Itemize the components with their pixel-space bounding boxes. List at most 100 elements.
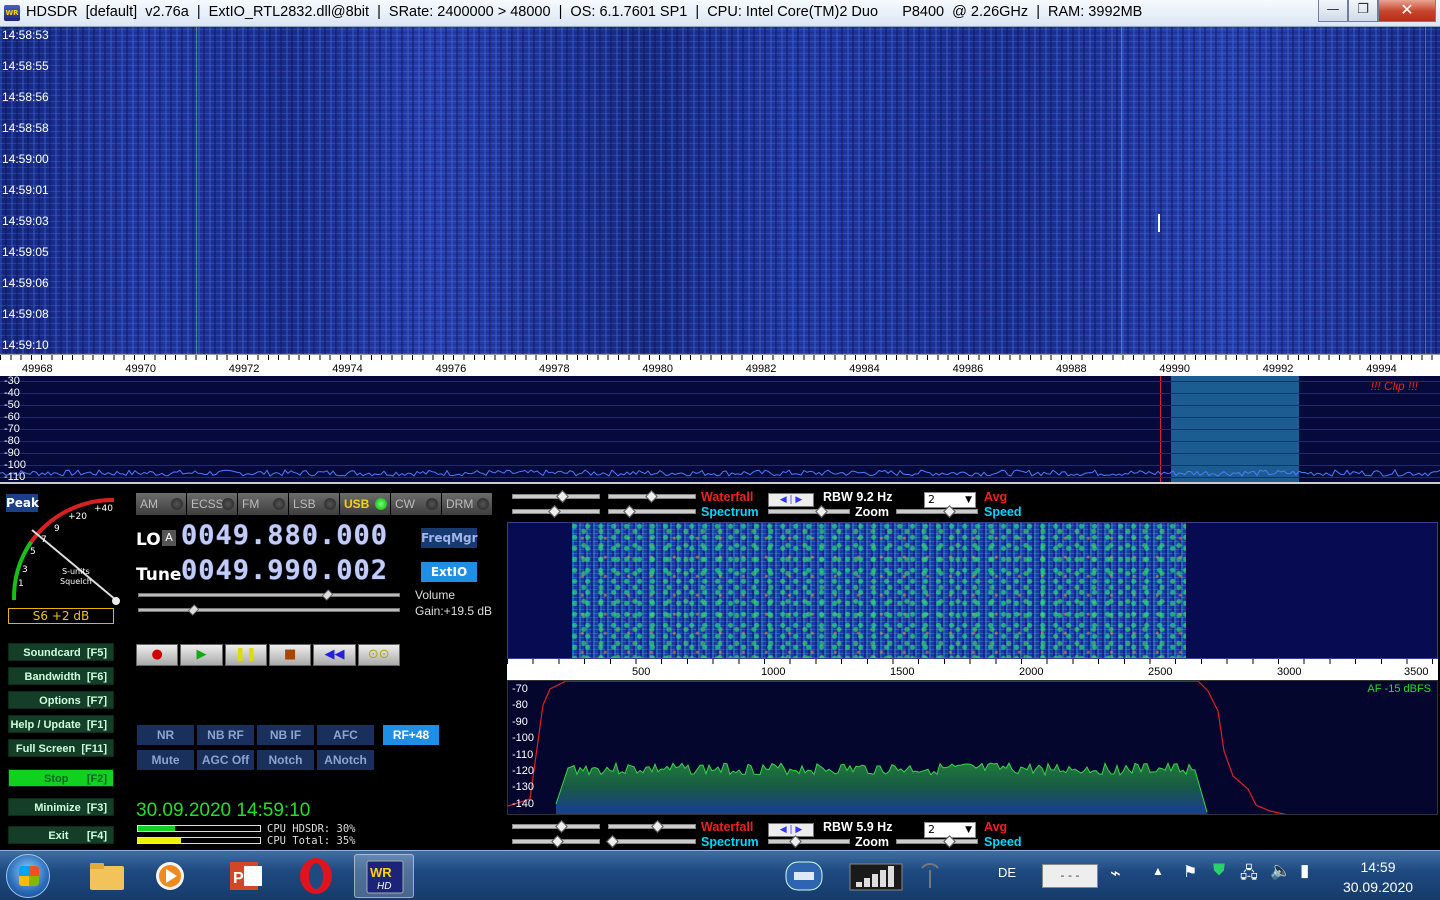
squelch-slider[interactable] [138,604,400,616]
battery-icon[interactable]: ▮ [1300,861,1309,881]
system-clock[interactable]: 14:59 30.09.2020 [1336,857,1420,897]
action-center-flag-icon[interactable]: ⚑ [1183,862,1197,882]
function-button[interactable]: Full Screen [F11] [8,739,114,757]
title-bar[interactable]: WR HDSDR [default] v2.76a | ExtIO_RTL283… [0,0,1440,27]
tray-input-box[interactable]: - - - [1042,864,1098,888]
language-indicator[interactable]: DE [998,865,1016,880]
dsp-button[interactable]: RF+48 [383,725,439,745]
slider-knob[interactable] [645,490,658,503]
media-player-app[interactable] [140,854,200,898]
slider-knob[interactable] [551,835,564,848]
af-waterfall[interactable] [507,522,1438,659]
rewind-button[interactable]: ◀◀ [313,644,356,666]
function-button[interactable]: Exit [F4] [8,826,114,844]
powerpoint-app[interactable]: P [214,854,274,898]
hdsdr-app[interactable]: WR HD [354,854,414,898]
start-button[interactable] [6,854,50,898]
mode-button-am[interactable]: AM [136,493,186,515]
dsp-button[interactable]: Mute [137,750,194,770]
waterfall-signal-blip [1158,214,1160,232]
spectrum-db-label: -110 [4,471,26,483]
rf-spectrum-range-slider[interactable] [608,509,696,514]
af-spectrum[interactable]: AF -15 dBFS -70 -80 -90 -100 -110 -120 -130 -14… [507,680,1438,815]
function-button[interactable]: Help / Update [F1] [8,715,114,733]
security-shield-icon[interactable]: ⛊ [1213,862,1225,880]
mode-button-cw[interactable]: CW [391,493,441,515]
function-button[interactable]: Bandwidth [F6] [8,667,114,685]
af-frequency-tick-label: 2000 [1019,666,1044,678]
slider-knob[interactable] [606,835,619,848]
loop-button[interactable]: ⊙⊙ [357,644,400,666]
function-button[interactable]: Minimize [F3] [8,798,114,816]
peak-button[interactable]: Peak [6,494,39,512]
af-speed-slider[interactable] [896,839,978,844]
mode-button-fm[interactable]: FM [238,493,288,515]
af-db-label: -100 [512,732,535,745]
rf-spectrum-label: Spectrum [701,505,759,519]
af-rbw-stepper[interactable]: ◀ | ▶ [768,823,814,837]
mode-button-usb[interactable]: USB [340,493,390,515]
function-button[interactable]: Stop [F2] [8,769,114,787]
extio-button[interactable]: ExtIO [421,562,477,582]
rbw-stepper[interactable]: ◀ | ▶ [768,493,814,507]
rf-frequency-axis[interactable]: 49968 49970 49972 49974 49976 49978 49980 49982… [0,354,1440,376]
svg-text:P: P [233,870,244,887]
rf-zoom-slider[interactable] [768,509,850,514]
mode-button-lsb[interactable]: LSB [289,493,339,515]
cpu-hdsdr-text: CPU HDSDR: 30% [267,823,356,835]
slider-knob[interactable] [548,505,561,518]
slider-knob[interactable] [815,505,828,518]
rf-rbw-label: RBW 9.2 Hz [823,490,893,504]
frequency-tick-label: 49974 [332,363,363,375]
stop-record-button[interactable]: ■ [268,644,312,666]
chevron-down-icon: ▼ [965,495,972,505]
rf-waterfall[interactable]: 14:58:53 14:58:55 14:58:56 14:58:58 14:59:00… [0,27,1440,354]
cpu-hdsdr-bar [137,825,261,832]
network-icon[interactable]: 🖧 [1240,862,1258,889]
dsp-button[interactable]: ANotch [317,750,374,770]
explorer-app[interactable] [76,854,136,898]
dsp-button[interactable]: Notch [257,750,314,770]
rf-spectrum[interactable]: !!! Clip !!! -30 -40 -50 -60 -70 -80 -90 -100 -1… [0,376,1440,484]
pause-button[interactable]: ❚❚ [224,644,267,666]
af-spectrum-range-slider[interactable] [608,839,696,844]
mode-label: CW [395,497,415,511]
mode-button-drm[interactable]: DRM [442,493,492,515]
opera-app[interactable] [286,854,346,898]
mode-button-ecss[interactable]: ECSS [187,493,237,515]
af-zoom-slider[interactable] [768,839,850,844]
function-button[interactable]: Soundcard [F5] [8,643,114,661]
signal-strength-app[interactable] [844,854,906,898]
slider-knob[interactable] [555,820,568,833]
dsp-button[interactable]: AGC Off [197,750,254,770]
plug-icon[interactable]: ⌁ [1110,863,1121,884]
show-hidden-icons-icon[interactable]: ▲ [1152,864,1164,878]
slider-knob[interactable] [623,505,636,518]
volume-icon[interactable]: 🔈 [1270,861,1291,881]
slider-knob[interactable] [556,490,569,503]
function-button[interactable]: Options [F7] [8,691,114,709]
wireless-app[interactable] [912,854,948,898]
lo-a-badge[interactable]: A [162,530,176,546]
play-button[interactable]: ▶ [180,644,223,666]
af-frequency-axis[interactable]: 500 1000 1500 2000 2500 3000 3500 [507,659,1438,680]
close-button[interactable]: ✕ [1378,0,1436,22]
dsp-button[interactable]: NB RF [197,725,254,745]
maximize-button[interactable]: ❐ [1348,0,1378,22]
dsp-button[interactable]: NR [137,725,194,745]
network-tool-app[interactable] [774,854,834,898]
rf-display-controls: Waterfall Spectrum ◀ | ▶ RBW 9.2 Hz Zoom… [510,489,1440,519]
record-button[interactable]: ● [136,644,179,666]
minimize-button[interactable]: — [1318,0,1348,22]
volume-slider[interactable] [138,589,400,601]
slider-knob[interactable] [651,820,664,833]
freqmgr-button[interactable]: FreqMgr [421,528,478,548]
tune-frequency[interactable]: 0049.990.002 [181,555,388,586]
rf-speed-slider[interactable] [896,509,978,514]
dsp-button[interactable]: AFC [317,725,374,745]
dsp-button[interactable]: NB IF [257,725,314,745]
spectrum-db-label: -50 [4,399,20,411]
lo-frequency[interactable]: 0049.880.000 [181,520,388,551]
slider-knob[interactable] [789,835,802,848]
hdsdr-app-icon[interactable]: WR [4,5,20,21]
